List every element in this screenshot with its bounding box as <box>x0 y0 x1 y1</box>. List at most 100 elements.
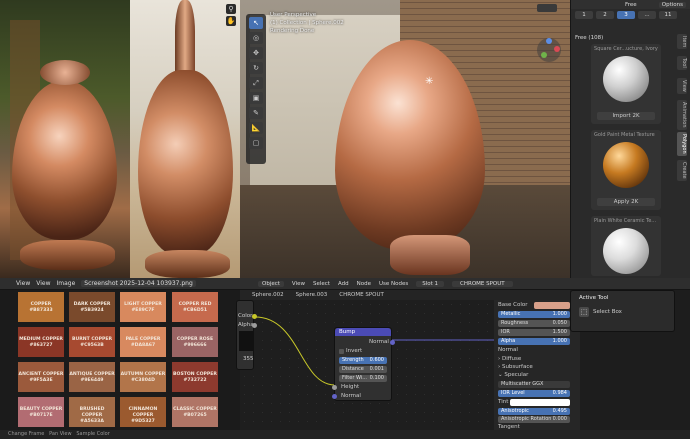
color-swatch: AUTUMN COPPER #C3804D <box>120 362 166 392</box>
3d-viewport[interactable]: User Perspective (1) Collection | Sphere… <box>240 0 570 278</box>
invert-label: Invert <box>346 348 363 354</box>
image-editor-header: View View Image Screenshot 2025-12-04 10… <box>0 278 240 290</box>
asset-panel-title: Free <box>625 1 637 8</box>
ior-level-field[interactable]: IOR Level 0.984 <box>498 390 570 397</box>
diffuse-section[interactable]: › Diffuse <box>498 356 521 362</box>
breadcrumb-item[interactable]: Sphere.002 <box>252 292 284 298</box>
sidebar-tab-create[interactable]: Create <box>677 160 687 181</box>
normal-output-label: Normal <box>369 339 389 345</box>
sidebar-tab-tool[interactable]: Tool <box>677 56 687 70</box>
editor-mode-dropdown[interactable]: Object <box>258 281 284 287</box>
swatch-hex: #9F5A3E <box>29 378 53 383</box>
color-swatch: COPPER ROSE #996666 <box>172 327 218 357</box>
menu-view-2[interactable]: View <box>36 280 50 287</box>
options-button[interactable]: Options <box>658 1 686 8</box>
anisotropic-field[interactable]: Anisotropic 0.495 <box>498 408 570 415</box>
asset-name: Gold Paint Metal Texture <box>594 132 655 138</box>
scale-tool[interactable]: ⤢ <box>249 77 263 89</box>
hand-icon[interactable]: ✋ <box>226 16 236 26</box>
anisotropic-rotation-field[interactable]: Anisotropic Rotation 0.000 <box>498 416 570 423</box>
status-hint: Pan View <box>49 431 72 437</box>
distribution-dropdown[interactable]: Multiscatter GGX <box>498 381 570 388</box>
normal-socket[interactable] <box>332 394 337 399</box>
asset-card[interactable]: Plain White Ceramic Te... <box>591 216 661 276</box>
base-color-swatch[interactable] <box>534 302 570 309</box>
asset-name: Square Cer...ucture, Ivory <box>594 46 658 52</box>
metallic-field[interactable]: Metallic 1.000 <box>498 311 570 318</box>
breadcrumb-item[interactable]: CHROME SPOUT <box>339 292 384 298</box>
asset-card[interactable]: Gold Paint Metal Texture Apply 2K <box>591 130 661 210</box>
transform-tool[interactable]: ▣ <box>249 92 263 104</box>
tint-label: Tint <box>498 399 509 405</box>
filter-width-field[interactable]: Filter Wi... 0.100 <box>339 375 387 382</box>
page-tab[interactable]: 11 <box>659 11 677 19</box>
sidebar-tab-polygon[interactable]: Polygon <box>677 132 687 156</box>
move-tool[interactable]: ✥ <box>249 47 263 59</box>
node-editor-header: Object View Select Add Node Use Nodes Sl… <box>240 278 690 290</box>
color-swatch: COPPER RED #CB6D51 <box>172 292 218 322</box>
viewport-shading-icon[interactable] <box>537 4 557 12</box>
navigation-gizmo[interactable] <box>537 38 561 62</box>
swatch-hex: #996666 <box>183 343 207 348</box>
height-socket[interactable] <box>332 385 337 390</box>
copper-stand-left <box>20 240 115 270</box>
slot-dropdown[interactable]: Slot 1 <box>416 281 445 287</box>
color-swatch: PALE COPPER #DA8A67 <box>120 327 166 357</box>
color-swatch: BOSTON COPPER #732722 <box>172 362 218 392</box>
use-nodes-checkbox[interactable]: Use Nodes <box>379 281 408 287</box>
principled-bsdf-panel: Base Color Metallic 1.000 Roughness 0.050 … <box>494 300 580 430</box>
bump-node[interactable]: Bump Normal Invert Strength 0.600 Distanc… <box>332 327 395 401</box>
cursor-tool[interactable]: ◎ <box>249 32 263 44</box>
page-tab-active[interactable]: 3 <box>617 11 635 19</box>
menu-view[interactable]: View <box>292 281 305 287</box>
color-swatch: COPPER #B87333 <box>18 292 64 322</box>
zoom-icon[interactable]: ⚲ <box>226 4 236 14</box>
image-filename[interactable]: Screenshot 2025-12-04 103937.png <box>81 280 196 287</box>
strength-field[interactable]: Strength 0.600 <box>339 357 387 364</box>
bump-node-title: Bump <box>335 328 391 336</box>
status-hint: Change Frame <box>8 431 45 437</box>
sidebar-tab-view[interactable]: View <box>677 78 687 94</box>
asset-name: Plain White Ceramic Te... <box>594 218 657 224</box>
select-box-icon[interactable]: ⬚ <box>579 307 589 317</box>
page-tab[interactable]: 1 <box>575 11 593 19</box>
roughness-field[interactable]: Roughness 0.050 <box>498 320 570 327</box>
annotate-tool[interactable]: ✎ <box>249 107 263 119</box>
menu-view[interactable]: View <box>16 280 30 287</box>
select-box-tool[interactable]: ↖ <box>249 17 263 29</box>
page-tab[interactable]: 2 <box>596 11 614 19</box>
import-button[interactable]: Import 2K <box>597 112 655 120</box>
breadcrumb-item[interactable]: Sphere.003 <box>296 292 328 298</box>
menu-node[interactable]: Node <box>357 281 371 287</box>
select-box-label[interactable]: Select Box <box>593 309 622 315</box>
menu-add[interactable]: Add <box>338 281 349 287</box>
material-name-field[interactable]: CHROME SPOUT <box>452 281 513 287</box>
apply-button[interactable]: Apply 2K <box>597 198 655 206</box>
base-color-label: Base Color <box>498 302 528 308</box>
tint-swatch[interactable] <box>510 399 570 406</box>
asset-card[interactable]: Square Cer...ucture, Ivory Import 2K <box>591 44 661 124</box>
height-input-label: Height <box>341 384 360 390</box>
sidebar-tab-item[interactable]: Item <box>677 34 687 50</box>
menu-image[interactable]: Image <box>57 280 76 287</box>
status-hint: Sample Color <box>76 431 110 437</box>
rotate-tool[interactable]: ↻ <box>249 62 263 74</box>
page-tab[interactable]: ... <box>638 11 656 19</box>
photo-left-egg <box>0 0 130 278</box>
swatch-hex: #9E6449 <box>80 378 104 383</box>
normal-output-socket[interactable] <box>390 340 395 345</box>
swatch-hex: #863727 <box>29 343 53 348</box>
menu-select[interactable]: Select <box>313 281 330 287</box>
3d-cursor-icon: ✳ <box>425 76 434 87</box>
distance-field[interactable]: Distance 0.001 <box>339 366 387 373</box>
measure-tool[interactable]: 📐 <box>249 122 263 134</box>
specular-section[interactable]: ⌄ Specular <box>498 372 528 378</box>
add-cube-tool[interactable]: ▢ <box>249 137 263 149</box>
breadcrumb: Sphere.002 Sphere.003 CHROME SPOUT <box>240 290 570 300</box>
sidebar-tab-animation[interactable]: Animation <box>677 100 687 130</box>
ior-field[interactable]: IOR 1.500 <box>498 329 570 336</box>
subsurface-section[interactable]: › Subsurface <box>498 364 533 370</box>
swatch-name: BRUSHED COPPER <box>79 407 105 418</box>
alpha-field[interactable]: Alpha 1.000 <box>498 338 570 345</box>
invert-checkbox[interactable] <box>339 349 344 354</box>
